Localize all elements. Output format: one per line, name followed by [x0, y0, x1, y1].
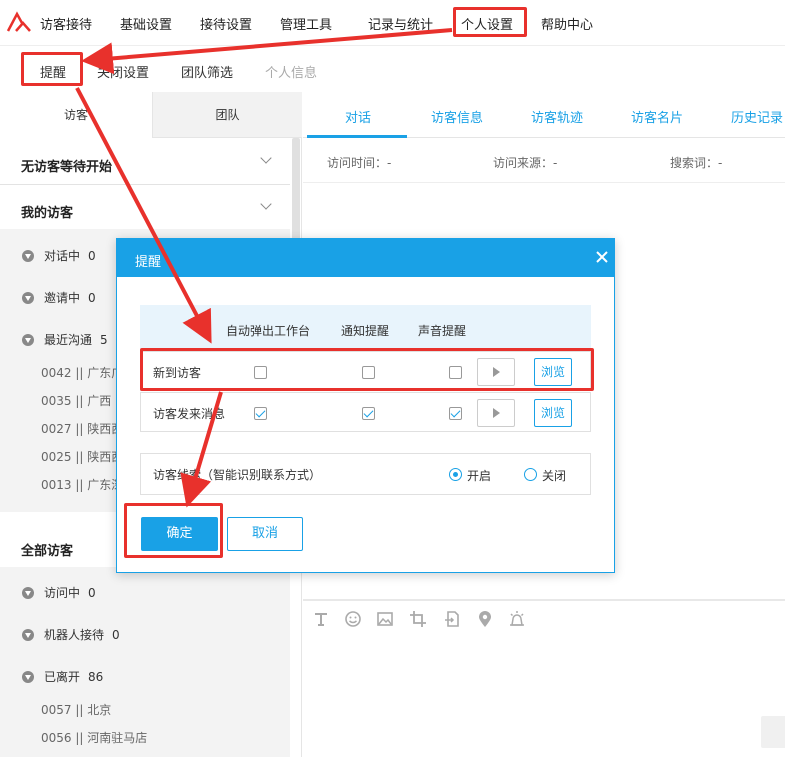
sub-nav: 提醒 关闭设置 团队筛选 个人信息 [0, 47, 785, 92]
list-item[interactable]: 0056 || 河南驻马店 [41, 729, 147, 746]
nav-records-stats[interactable]: 记录与统计 [368, 14, 433, 33]
list-item[interactable]: 0013 || 广东深 [41, 476, 123, 493]
status-recent[interactable]: 最近沟通 5 [22, 331, 108, 348]
logo-icon [6, 11, 31, 32]
highlight-new-visitor-row [140, 348, 594, 391]
crop-icon[interactable] [409, 610, 427, 628]
nav-visitor-reception[interactable]: 访客接待 [40, 14, 92, 33]
tab-visitor-info[interactable]: 访客信息 [431, 107, 483, 126]
dialog-title: 提醒 [135, 255, 162, 270]
expand-icon [22, 291, 34, 304]
notify-checkbox[interactable] [362, 407, 375, 420]
popup-checkbox[interactable] [254, 407, 267, 420]
divider [0, 184, 290, 185]
play-sound-button[interactable] [477, 399, 515, 427]
text-icon[interactable] [312, 610, 330, 628]
row-visitor-message: 访客发来消息 浏览 [140, 392, 591, 432]
input-divider [303, 599, 785, 601]
clue-on-radio[interactable] [449, 468, 462, 481]
alarm-icon[interactable] [508, 610, 526, 628]
waiting-title: 无访客等待开始 [21, 160, 113, 175]
nav-help-center[interactable]: 帮助中心 [541, 14, 593, 33]
list-item[interactable]: 0035 || 广西 [41, 392, 111, 409]
visit-info-bar: 访问时间：- 访问来源：- 搜索词：- [303, 139, 785, 183]
clue-off-label[interactable]: 关闭 [542, 467, 566, 484]
list-item[interactable]: 0042 || 广东广 [41, 364, 123, 381]
clue-label: 访客线索（智能识别联系方式） [153, 468, 322, 482]
expand-icon [22, 628, 34, 641]
browse-button[interactable]: 浏览 [534, 399, 572, 427]
tab-team[interactable]: 团队 [152, 92, 302, 138]
subnav-team-filter[interactable]: 团队筛选 [181, 62, 233, 81]
active-tab-indicator [307, 135, 407, 138]
expand-icon [22, 670, 34, 683]
status-robot[interactable]: 机器人接待 0 [22, 626, 120, 643]
visit-time: 访问时间：- [327, 156, 392, 170]
tab-visitors[interactable]: 访客 [0, 92, 152, 138]
highlight-personal-settings [453, 7, 527, 37]
nav-reception-settings[interactable]: 接待设置 [200, 14, 252, 33]
nav-management-tools[interactable]: 管理工具 [280, 14, 332, 33]
tab-visitor-track[interactable]: 访客轨迹 [531, 107, 583, 126]
nav-basic-settings[interactable]: 基础设置 [120, 14, 172, 33]
row-label: 访客发来消息 [153, 407, 226, 421]
highlight-reminder [21, 52, 83, 86]
col-sound: 声音提醒 [418, 324, 467, 338]
col-notify: 通知提醒 [341, 324, 390, 338]
file-icon[interactable] [444, 610, 462, 628]
chevron-down-icon[interactable] [260, 198, 272, 210]
expand-icon [22, 249, 34, 262]
close-icon[interactable] [595, 250, 609, 264]
my-visitors-title: 我的访客 [21, 206, 74, 221]
emoji-icon[interactable] [344, 610, 362, 628]
visitor-clue-row: 访客线索（智能识别联系方式） 开启 关闭 [140, 453, 591, 495]
visit-source: 访问来源：- [493, 156, 558, 170]
subnav-personal-info[interactable]: 个人信息 [265, 62, 317, 81]
tab-visitor-card[interactable]: 访客名片 [631, 107, 683, 126]
list-item[interactable]: 0057 || 北京 [41, 701, 111, 718]
dialog-header: 提醒 [117, 239, 614, 277]
settings-table-header: 自动弹出工作台 通知提醒 声音提醒 [140, 305, 591, 349]
send-button[interactable] [761, 716, 785, 748]
list-item[interactable]: 0025 || 陕西西 [41, 448, 123, 465]
sound-checkbox[interactable] [449, 407, 462, 420]
expand-icon [22, 586, 34, 599]
tab-history[interactable]: 历史记录 [731, 107, 783, 126]
all-visitors-title: 全部访客 [21, 544, 74, 559]
expand-icon [22, 333, 34, 346]
status-visiting[interactable]: 访问中 0 [22, 584, 96, 601]
clue-off-radio[interactable] [524, 468, 537, 481]
clue-on-label[interactable]: 开启 [467, 467, 491, 484]
search-keyword: 搜索词：- [670, 156, 723, 170]
detail-tabs: 对话 访客信息 访客轨迹 访客名片 历史记录 [303, 92, 785, 138]
status-chatting[interactable]: 对话中 0 [22, 247, 96, 264]
list-item[interactable]: 0027 || 陕西西 [41, 420, 123, 437]
col-auto-popup: 自动弹出工作台 [226, 324, 311, 338]
status-left[interactable]: 已离开 86 [22, 668, 103, 685]
image-icon[interactable] [376, 610, 394, 628]
cancel-button[interactable]: 取消 [227, 517, 303, 551]
chevron-down-icon[interactable] [260, 152, 272, 164]
status-inviting[interactable]: 邀请中 0 [22, 289, 96, 306]
highlight-confirm [124, 503, 223, 558]
location-icon[interactable] [476, 610, 494, 628]
top-nav: 访客接待 基础设置 接待设置 管理工具 记录与统计 个人设置 帮助中心 [0, 0, 785, 46]
subnav-close-settings[interactable]: 关闭设置 [97, 62, 149, 81]
tab-conversation[interactable]: 对话 [345, 107, 371, 126]
